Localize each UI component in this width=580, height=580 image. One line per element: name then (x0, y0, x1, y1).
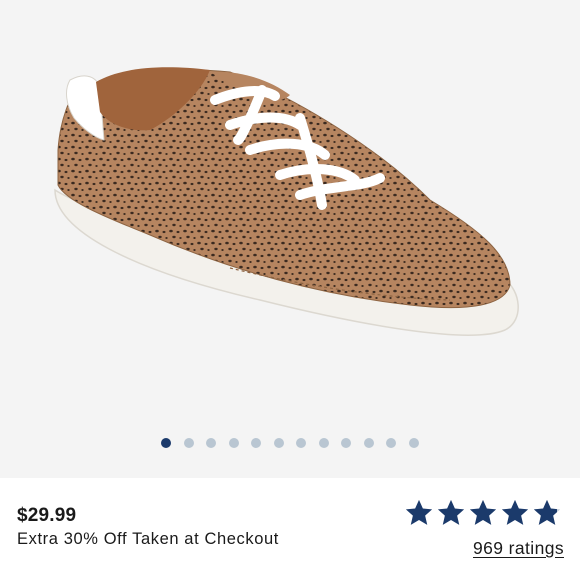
carousel-dot-11[interactable] (386, 438, 396, 448)
carousel-dot-1[interactable] (161, 438, 171, 448)
carousel-dot-2[interactable] (183, 438, 194, 448)
carousel-dot-3[interactable] (206, 438, 216, 448)
ratings-count-link[interactable]: 969 ratings (473, 538, 564, 559)
star-icon (405, 499, 433, 525)
carousel-dot-10[interactable] (363, 438, 374, 448)
carousel-dot-7[interactable] (296, 438, 306, 448)
product-image[interactable] (0, 0, 580, 430)
promo-text: Extra 30% Off Taken at Checkout (17, 530, 279, 548)
star-icon (437, 499, 465, 525)
carousel-pagination (161, 438, 419, 448)
carousel-dot-8[interactable] (318, 438, 329, 448)
carousel-dot-9[interactable] (341, 438, 351, 448)
carousel-dot-12[interactable] (408, 438, 419, 448)
star-icon (501, 499, 529, 525)
partial-star-icon (533, 499, 561, 525)
product-image-gallery[interactable] (0, 0, 580, 478)
product-price: $29.99 (17, 505, 77, 526)
carousel-dot-5[interactable] (251, 438, 261, 448)
carousel-dot-6[interactable] (273, 438, 284, 448)
product-info: $29.99 Extra 30% Off Taken at Checkout 9… (0, 478, 580, 580)
carousel-dot-4[interactable] (228, 438, 239, 448)
star-rating (404, 498, 564, 528)
star-icon (469, 499, 497, 525)
